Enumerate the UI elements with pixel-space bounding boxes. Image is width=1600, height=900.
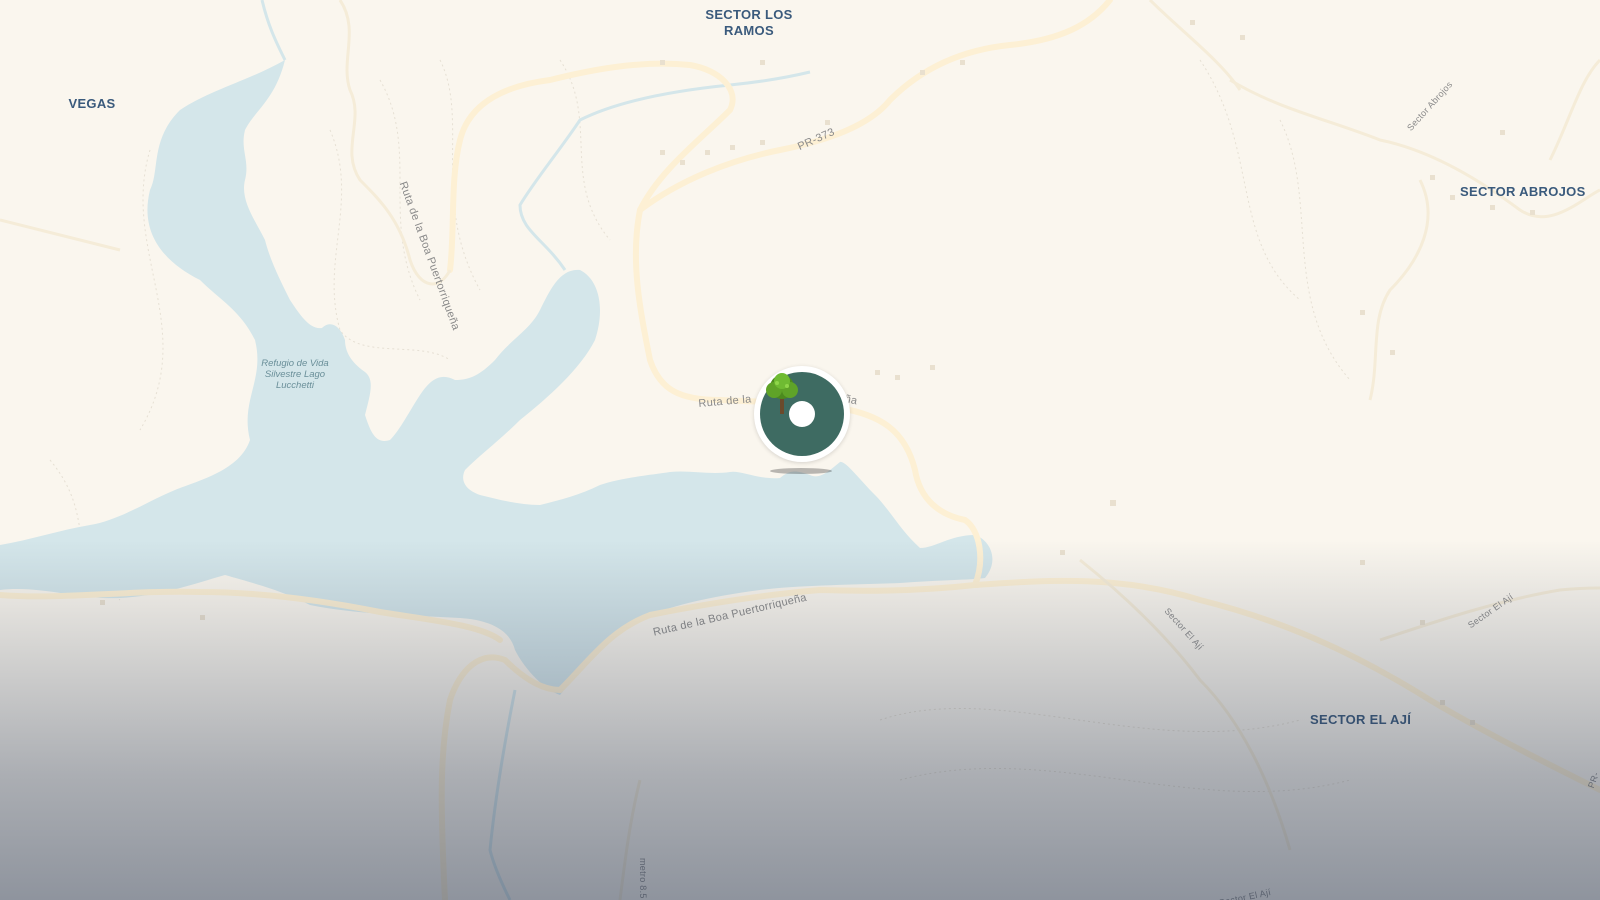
map-canvas[interactable]: SECTOR LOS RAMOS VEGAS SECTOR ABROJOS SE… <box>0 0 1600 900</box>
tree-highlight <box>775 381 779 385</box>
sector-los-ramos-line1: SECTOR LOS <box>705 7 793 22</box>
place-label-sector-abrojos: SECTOR ABROJOS <box>1460 184 1586 199</box>
tree-trunk <box>780 398 784 414</box>
marker-shadow <box>770 468 832 474</box>
park-label-lago-lucchetti: Refugio de Vida Silvestre Lago Lucchetti <box>261 358 329 391</box>
place-label-vegas: VEGAS <box>68 96 116 111</box>
place-label-sector-los-ramos: SECTOR LOS RAMOS <box>693 7 805 39</box>
place-label-sector-el-aji: SECTOR EL AJÍ <box>1310 712 1412 727</box>
location-marker[interactable] <box>754 366 850 474</box>
tree-icon <box>766 373 798 414</box>
tree-highlight <box>785 384 789 388</box>
road-label-metro: metro 8.5 <box>638 858 648 899</box>
sector-los-ramos-line2: RAMOS <box>724 23 774 38</box>
